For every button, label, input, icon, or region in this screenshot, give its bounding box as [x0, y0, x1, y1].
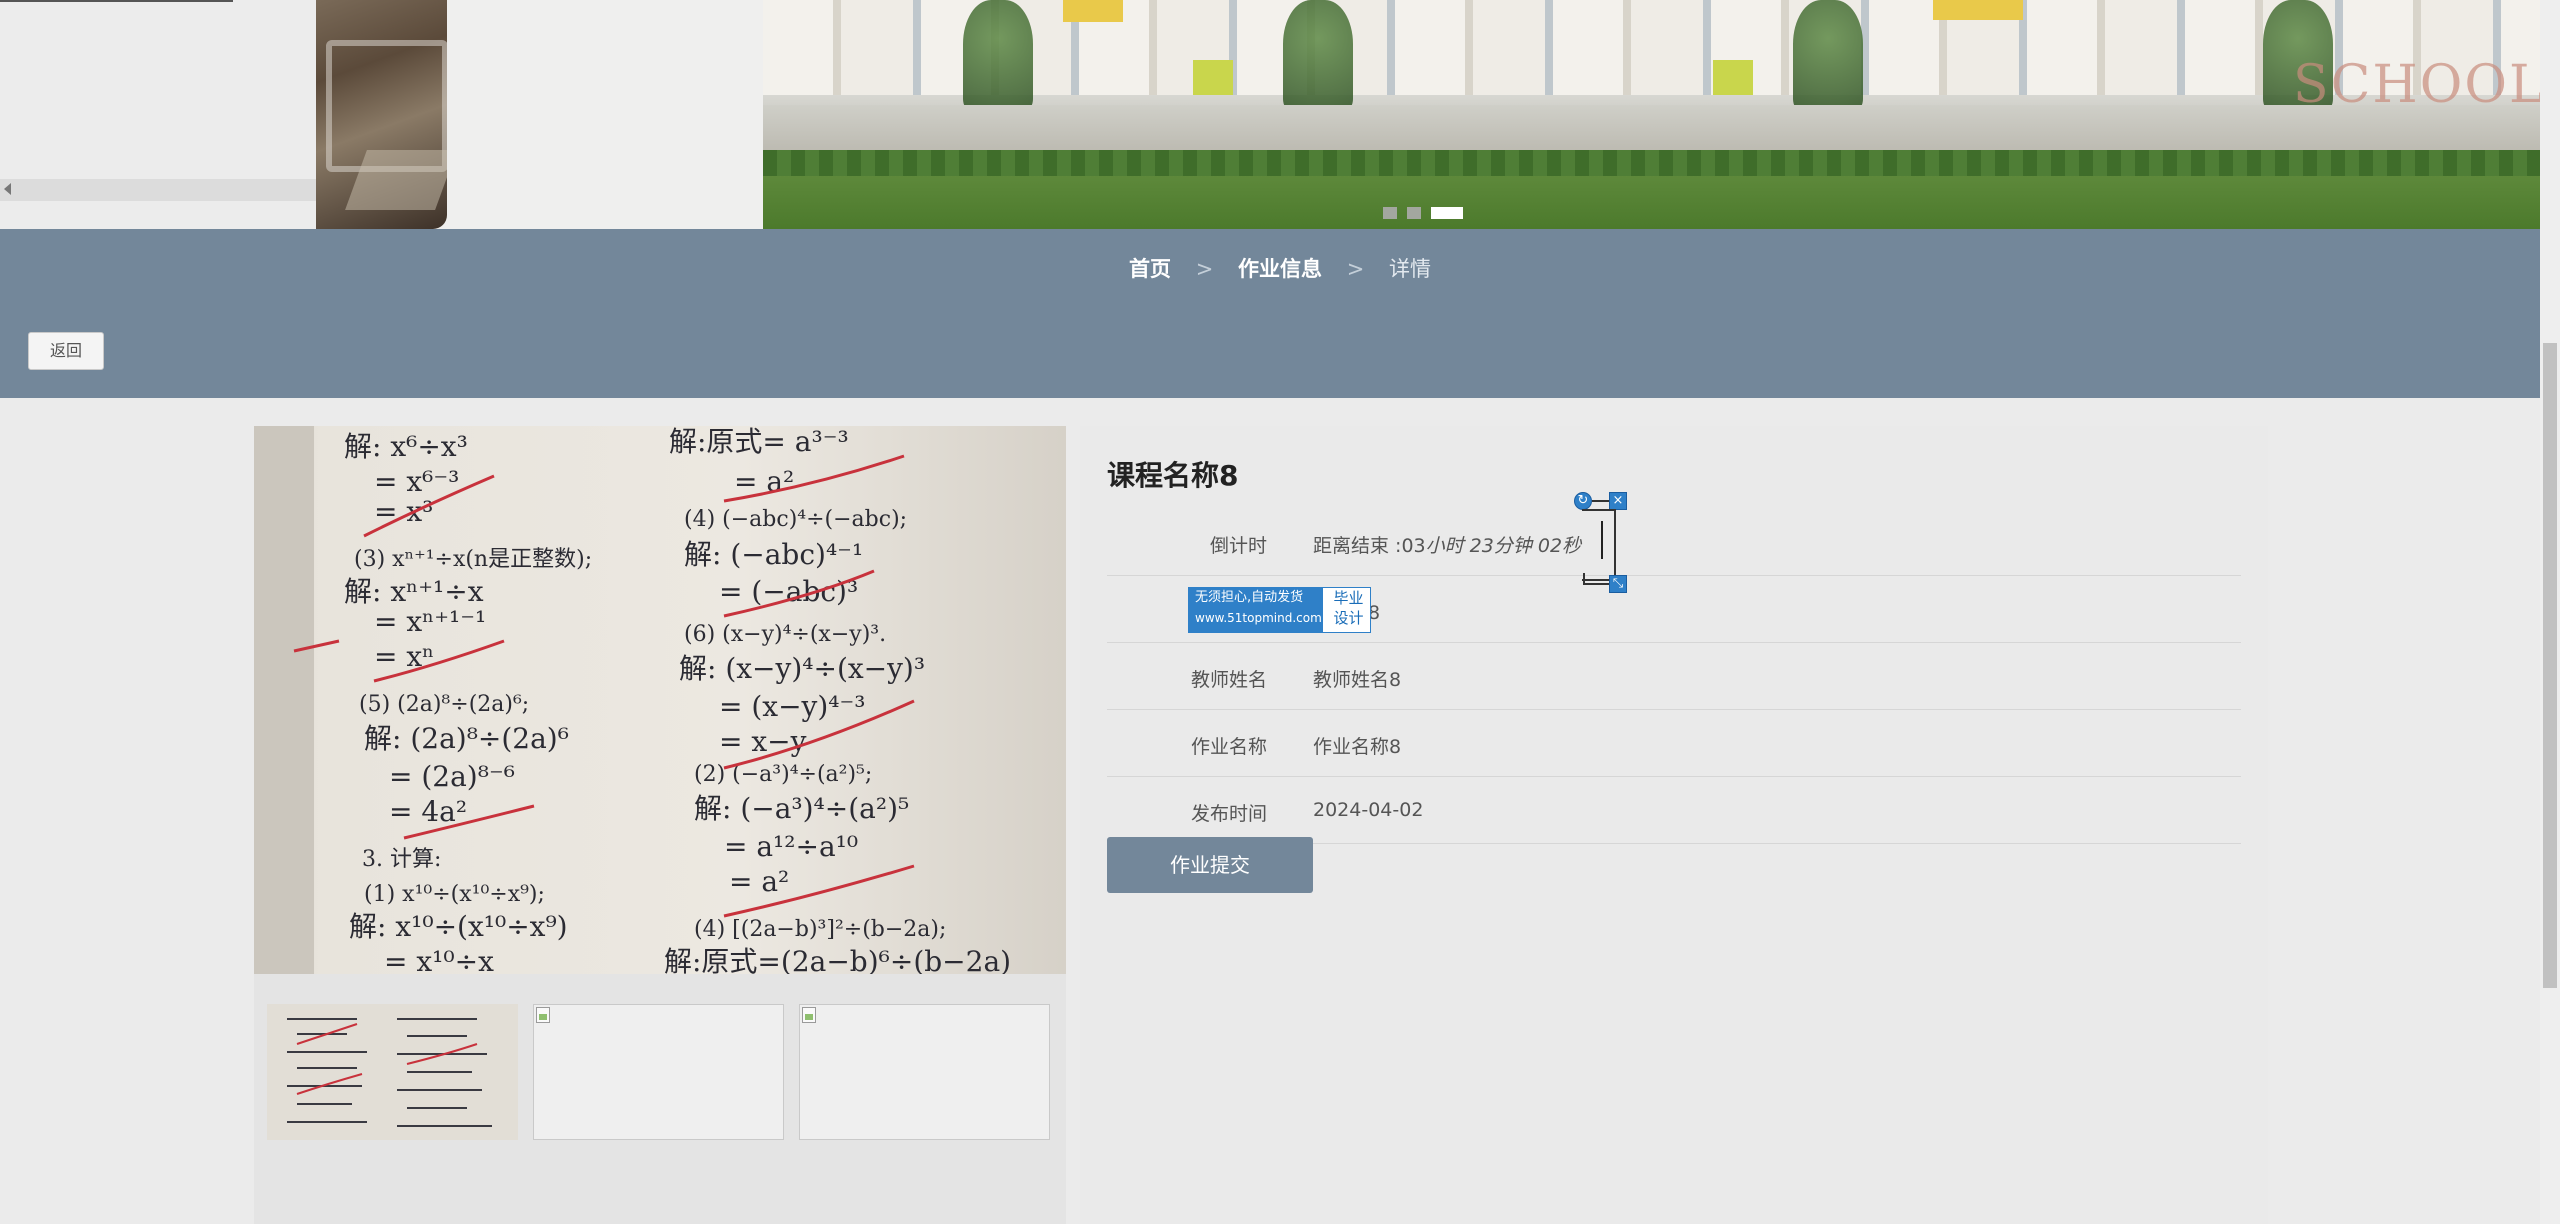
broken-image-icon: [536, 1007, 550, 1023]
detail-row-publish-time: 发布时间 2024-04-02: [1107, 777, 2241, 844]
breadcrumb-current: 详情: [1388, 257, 1431, 281]
svg-text:解: (2a)⁸÷(2a)⁶: 解: (2a)⁸÷(2a)⁶: [364, 722, 569, 755]
school-banner-image[interactable]: SCHOOL: [763, 0, 2560, 229]
close-icon[interactable]: ×: [1609, 492, 1627, 510]
widget-connector: [1592, 500, 1610, 502]
top-banner: SCHOOL: [0, 0, 2560, 229]
detail-value: 2024-04-02: [1313, 799, 1424, 821]
resize-icon[interactable]: ⤡: [1609, 575, 1627, 593]
carousel-dot[interactable]: [1407, 207, 1421, 219]
breadcrumb-home[interactable]: 首页: [1129, 257, 1171, 281]
svg-text:(4) [(2a−b)³]²÷(b−2a);: (4) [(2a−b)³]²÷(b−2a);: [694, 917, 946, 942]
svg-text:解: (−a³)⁴÷(a²)⁵: 解: (−a³)⁴÷(a²)⁵: [694, 792, 909, 825]
detail-list: 倒计时 距离结束 :03小时 23分钟 02秒 号8 教师姓名 教师姓名8 作业…: [1107, 509, 2241, 844]
horizontal-scrollbar[interactable]: [0, 179, 316, 201]
back-button[interactable]: 返回: [28, 332, 104, 370]
divider: [0, 0, 233, 2]
svg-text:= x³: = x³: [374, 495, 433, 528]
svg-text:= 4a²: = 4a²: [389, 795, 467, 828]
svg-text:解: xⁿ⁺¹÷x: 解: xⁿ⁺¹÷x: [344, 575, 484, 608]
ad-line-2: www.51topmind.com: [1195, 611, 1322, 625]
text-cursor: [1601, 521, 1603, 559]
svg-text:(1) x¹⁰÷(x¹⁰÷x⁹);: (1) x¹⁰÷(x¹⁰÷x⁹);: [364, 882, 545, 907]
image-gallery: 解: x⁶÷x³ = x⁶⁻³ = x³ (3) xⁿ⁺¹÷x(n是正整数); …: [254, 426, 1066, 1224]
left-banner-panel: [0, 0, 316, 229]
homework-thumbnail: [267, 1004, 518, 1140]
svg-text:3. 计算:: 3. 计算:: [362, 847, 441, 872]
svg-text:= x−y: = x−y: [719, 725, 807, 758]
svg-text:(6) (x−y)⁴÷(x−y)³.: (6) (x−y)⁴÷(x−y)³.: [684, 622, 886, 647]
widget-frame: [1582, 509, 1616, 581]
breadcrumb-separator: >: [1346, 257, 1365, 281]
submit-homework-button[interactable]: 作业提交: [1107, 837, 1313, 893]
detail-label: 发布时间: [1190, 803, 1267, 825]
svg-text:= xⁿ⁺¹⁻¹: = xⁿ⁺¹⁻¹: [374, 605, 486, 638]
course-title: 课程名称8: [1107, 459, 1239, 492]
detail-value: 教师姓名8: [1313, 669, 1402, 691]
detail-row-countdown: 倒计时 距离结束 :03小时 23分钟 02秒: [1107, 509, 2241, 576]
thumbnail-3[interactable]: [799, 1004, 1050, 1140]
refresh-icon[interactable]: ↻: [1574, 492, 1592, 510]
detail-label: 倒计时: [1209, 535, 1267, 557]
svg-text:解: x⁶÷x³: 解: x⁶÷x³: [344, 430, 468, 463]
ad-badge: 毕业设计: [1333, 589, 1364, 627]
homework-photo: 解: x⁶÷x³ = x⁶⁻³ = x³ (3) xⁿ⁺¹÷x(n是正整数); …: [254, 426, 1066, 974]
svg-text:= a²: = a²: [729, 865, 789, 898]
page-scrollbar[interactable]: [2540, 0, 2560, 1224]
breadcrumb-section[interactable]: 作业信息: [1238, 257, 1322, 281]
svg-text:(2) (−a³)⁴÷(a²)⁵;: (2) (−a³)⁴÷(a²)⁵;: [694, 762, 872, 787]
svg-text:= x¹⁰÷x: = x¹⁰÷x: [384, 945, 494, 974]
carousel-dot-active[interactable]: [1431, 207, 1463, 219]
svg-text:解: x¹⁰÷(x¹⁰÷x⁹): 解: x¹⁰÷(x¹⁰÷x⁹): [349, 910, 568, 943]
breadcrumb: 首页 > 作业信息 > 详情: [0, 253, 2560, 283]
school-sign: SCHOOL: [2293, 55, 2546, 115]
scroll-left-arrow-icon[interactable]: [4, 183, 11, 195]
detail-value: 作业名称8: [1313, 736, 1402, 758]
svg-text:= a¹²÷a¹⁰: = a¹²÷a¹⁰: [724, 830, 858, 863]
thumbnail-strip: [267, 1004, 1057, 1140]
carousel-indicators[interactable]: [1383, 207, 1473, 219]
classroom-photo: [316, 0, 447, 229]
detail-row-homework-name: 作业名称 作业名称8: [1107, 710, 2241, 777]
svg-text:= (−abc)³: = (−abc)³: [719, 575, 858, 608]
ad-text-block: 无须担心,自动发货 www.51topmind.com: [1189, 588, 1323, 632]
homework-detail-panel: 课程名称8 倒计时 距离结束 :03小时 23分钟 02秒 号8 教师姓名 教师…: [1080, 426, 2268, 1224]
svg-text:(4) (−abc)⁴÷(−abc);: (4) (−abc)⁴÷(−abc);: [684, 507, 907, 532]
svg-text:解: (−abc)⁴⁻¹: 解: (−abc)⁴⁻¹: [684, 538, 863, 571]
svg-text:解:原式=(2a−b)⁶÷(b−2a): 解:原式=(2a−b)⁶÷(b−2a): [664, 945, 1011, 974]
carousel-dot[interactable]: [1383, 207, 1397, 219]
breadcrumb-bar: 首页 > 作业信息 > 详情 返回: [0, 229, 2560, 398]
detail-label: 教师姓名: [1190, 669, 1267, 691]
ad-line-1: 无须担心,自动发货: [1195, 590, 1304, 605]
svg-text:= x⁶⁻³: = x⁶⁻³: [374, 465, 459, 498]
svg-text:(3) xⁿ⁺¹÷x(n是正整数);: (3) xⁿ⁺¹÷x(n是正整数);: [354, 547, 592, 572]
svg-text:解:原式= a³⁻³: 解:原式= a³⁻³: [669, 426, 849, 458]
svg-text:= (x−y)⁴⁻³: = (x−y)⁴⁻³: [719, 690, 866, 723]
main-homework-image[interactable]: 解: x⁶÷x³ = x⁶⁻³ = x³ (3) xⁿ⁺¹÷x(n是正整数); …: [254, 426, 1066, 974]
breadcrumb-separator: >: [1195, 257, 1214, 281]
detail-label: 作业名称: [1190, 736, 1267, 758]
floating-ad[interactable]: 无须担心,自动发货 www.51topmind.com 毕业设计: [1188, 587, 1371, 633]
detail-row-teacher-name: 教师姓名 教师姓名8: [1107, 643, 2241, 710]
svg-text:= (2a)⁸⁻⁶: = (2a)⁸⁻⁶: [389, 760, 515, 793]
scrollbar-thumb[interactable]: [2543, 343, 2557, 988]
svg-text:(5) (2a)⁸÷(2a)⁶;: (5) (2a)⁸÷(2a)⁶;: [359, 692, 529, 717]
thumbnail-2[interactable]: [533, 1004, 784, 1140]
svg-text:解: (x−y)⁴÷(x−y)³: 解: (x−y)⁴÷(x−y)³: [679, 652, 925, 685]
broken-image-icon: [802, 1007, 816, 1023]
thumbnail-1[interactable]: [267, 1004, 518, 1140]
countdown-value: 距离结束 :03小时 23分钟 02秒: [1313, 535, 1582, 557]
